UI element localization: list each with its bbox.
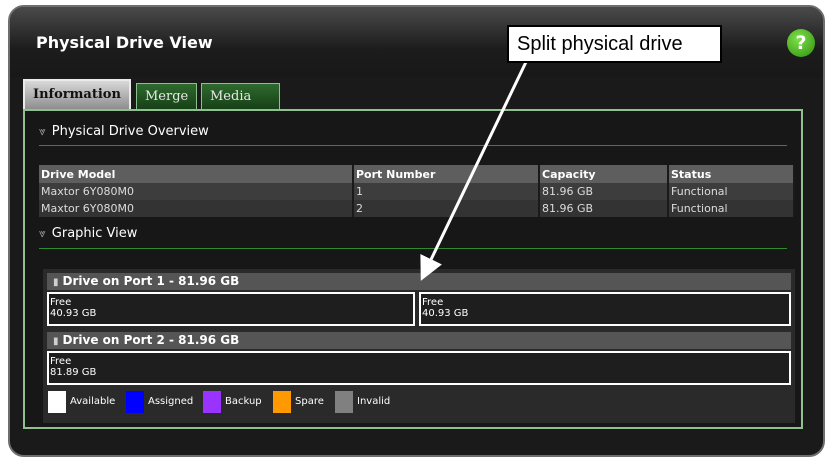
- callout-label: Split physical drive: [507, 25, 722, 63]
- callout-arrow: [420, 61, 528, 281]
